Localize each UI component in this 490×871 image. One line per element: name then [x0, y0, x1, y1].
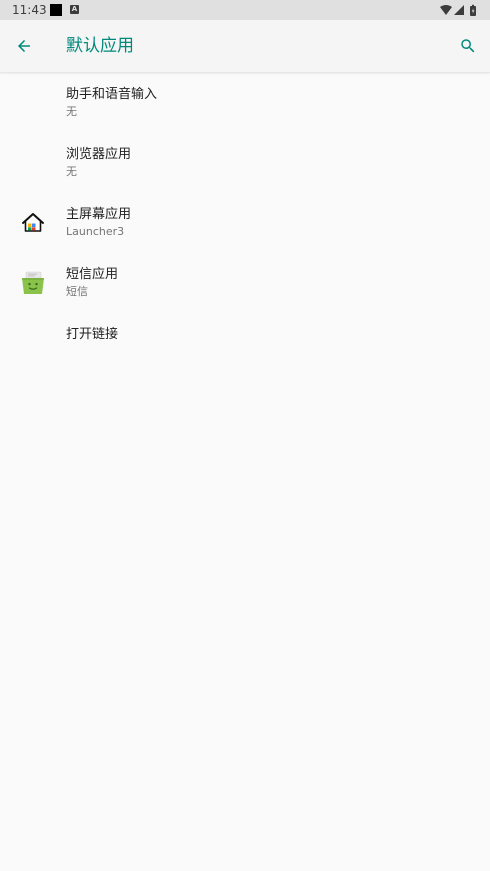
item-summary: Launcher3: [66, 225, 125, 238]
page-title: 默认应用: [66, 36, 134, 56]
list-item-open-links[interactable]: 打开链接: [0, 313, 490, 373]
item-title: 打开链接: [66, 327, 119, 342]
item-title: 助手和语音输入: [66, 87, 158, 102]
item-summary: 无: [66, 165, 77, 178]
list-item-browser-app[interactable]: 浏览器应用 无: [0, 133, 490, 193]
status-bar: 11:43 A: [0, 0, 490, 20]
item-summary: 无: [66, 105, 77, 118]
search-icon: [461, 39, 475, 53]
search-button[interactable]: [454, 32, 482, 60]
app-bar: 默认应用: [0, 20, 490, 73]
item-title: 主屏幕应用: [66, 207, 132, 222]
wifi-icon: [440, 5, 452, 15]
notification-a-letter: A: [71, 5, 78, 13]
default-apps-list: 助手和语音输入 无 浏览器应用 无 主屏幕应用 Launcher3 短信应用 短…: [0, 73, 490, 373]
status-icons: [440, 3, 480, 17]
item-title: 短信应用: [66, 267, 119, 282]
notification-a-icon: A: [70, 5, 79, 14]
house-icon: [20, 210, 46, 236]
list-item-home-app[interactable]: 主屏幕应用 Launcher3: [0, 193, 490, 253]
list-item-assist-voice-input[interactable]: 助手和语音输入 无: [0, 73, 490, 133]
messaging-icon: [20, 270, 46, 296]
back-button[interactable]: [10, 32, 38, 60]
battery-icon: [470, 4, 476, 16]
notification-square-icon: [50, 4, 62, 16]
status-time: 11:43: [12, 3, 47, 17]
list-item-sms-app[interactable]: 短信应用 短信: [0, 253, 490, 313]
item-title: 浏览器应用: [66, 147, 132, 162]
arrow-back-icon: [18, 40, 30, 52]
signal-icon: [454, 5, 464, 15]
item-summary: 短信: [66, 285, 88, 298]
